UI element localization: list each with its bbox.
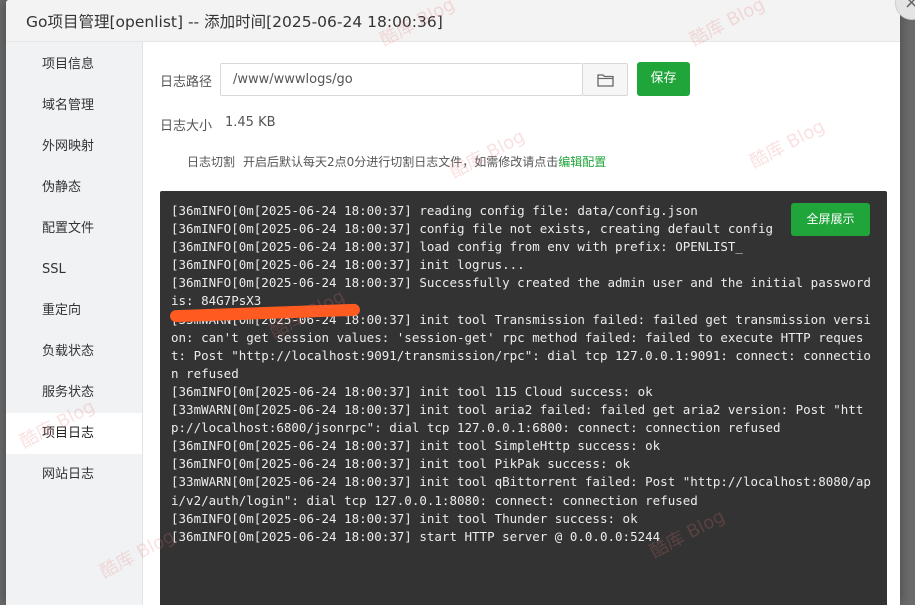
log-rotate-text: 开启后默认每天2点0分进行切割日志文件，如需修改请点击 xyxy=(243,155,559,169)
dialog-title: Go项目管理[openlist] -- 添加时间[2025-06-24 18:0… xyxy=(26,13,443,31)
edit-config-link[interactable]: 编辑配置 xyxy=(558,155,606,169)
close-icon: × xyxy=(904,0,915,13)
sidebar-item-project-log[interactable]: 项目日志 xyxy=(6,413,142,454)
log-content: [36mINFO[0m[2025-06-24 18:00:37] reading… xyxy=(171,203,871,544)
log-path-input[interactable] xyxy=(220,63,583,96)
log-rotate-hint: 日志切割 开启后默认每天2点0分进行切割日志文件，如需修改请点击编辑配置 xyxy=(187,153,606,170)
sidebar-item-service-status[interactable]: 服务状态 xyxy=(6,372,142,413)
sidebar-item-port-mapping[interactable]: 外网映射 xyxy=(6,126,142,167)
project-dialog: Go项目管理[openlist] -- 添加时间[2025-06-24 18:0… xyxy=(6,0,900,605)
sidebar-item-config-file[interactable]: 配置文件 xyxy=(6,208,142,249)
sidebar-item-site-log[interactable]: 网站日志 xyxy=(6,454,142,495)
log-path-label: 日志路径 xyxy=(160,75,213,90)
log-size-value: 1.45 KB xyxy=(225,115,276,130)
folder-browse-button[interactable] xyxy=(583,63,628,96)
sidebar-item-redirect[interactable]: 重定向 xyxy=(6,290,142,331)
sidebar-item-ssl[interactable]: SSL xyxy=(6,249,142,290)
sidebar-item-project-info[interactable]: 项目信息 xyxy=(6,44,142,85)
save-button[interactable]: 保存 xyxy=(637,62,690,96)
sidebar-item-load-status[interactable]: 负载状态 xyxy=(6,331,142,372)
main-content: 日志路径 保存 日志大小 1.45 KB 日志切割开启后默认每天2点0分进行切割… xyxy=(143,42,900,605)
log-rotate-label: 日志切割 xyxy=(187,155,236,169)
sidebar-item-domain-management[interactable]: 域名管理 xyxy=(6,85,142,126)
log-viewer[interactable]: [36mINFO[0m[2025-06-24 18:00:37] reading… xyxy=(160,191,887,605)
fullscreen-button[interactable]: 全屏展示 xyxy=(791,203,870,236)
sidebar-item-rewrite[interactable]: 伪静态 xyxy=(6,167,142,208)
folder-icon xyxy=(597,74,614,87)
log-size-label: 日志大小 xyxy=(160,119,213,134)
dialog-titlebar: Go项目管理[openlist] -- 添加时间[2025-06-24 18:0… xyxy=(6,0,900,42)
sidebar: 项目信息 域名管理 外网映射 伪静态 配置文件 SSL 重定向 负载状态 服务状… xyxy=(6,42,143,605)
